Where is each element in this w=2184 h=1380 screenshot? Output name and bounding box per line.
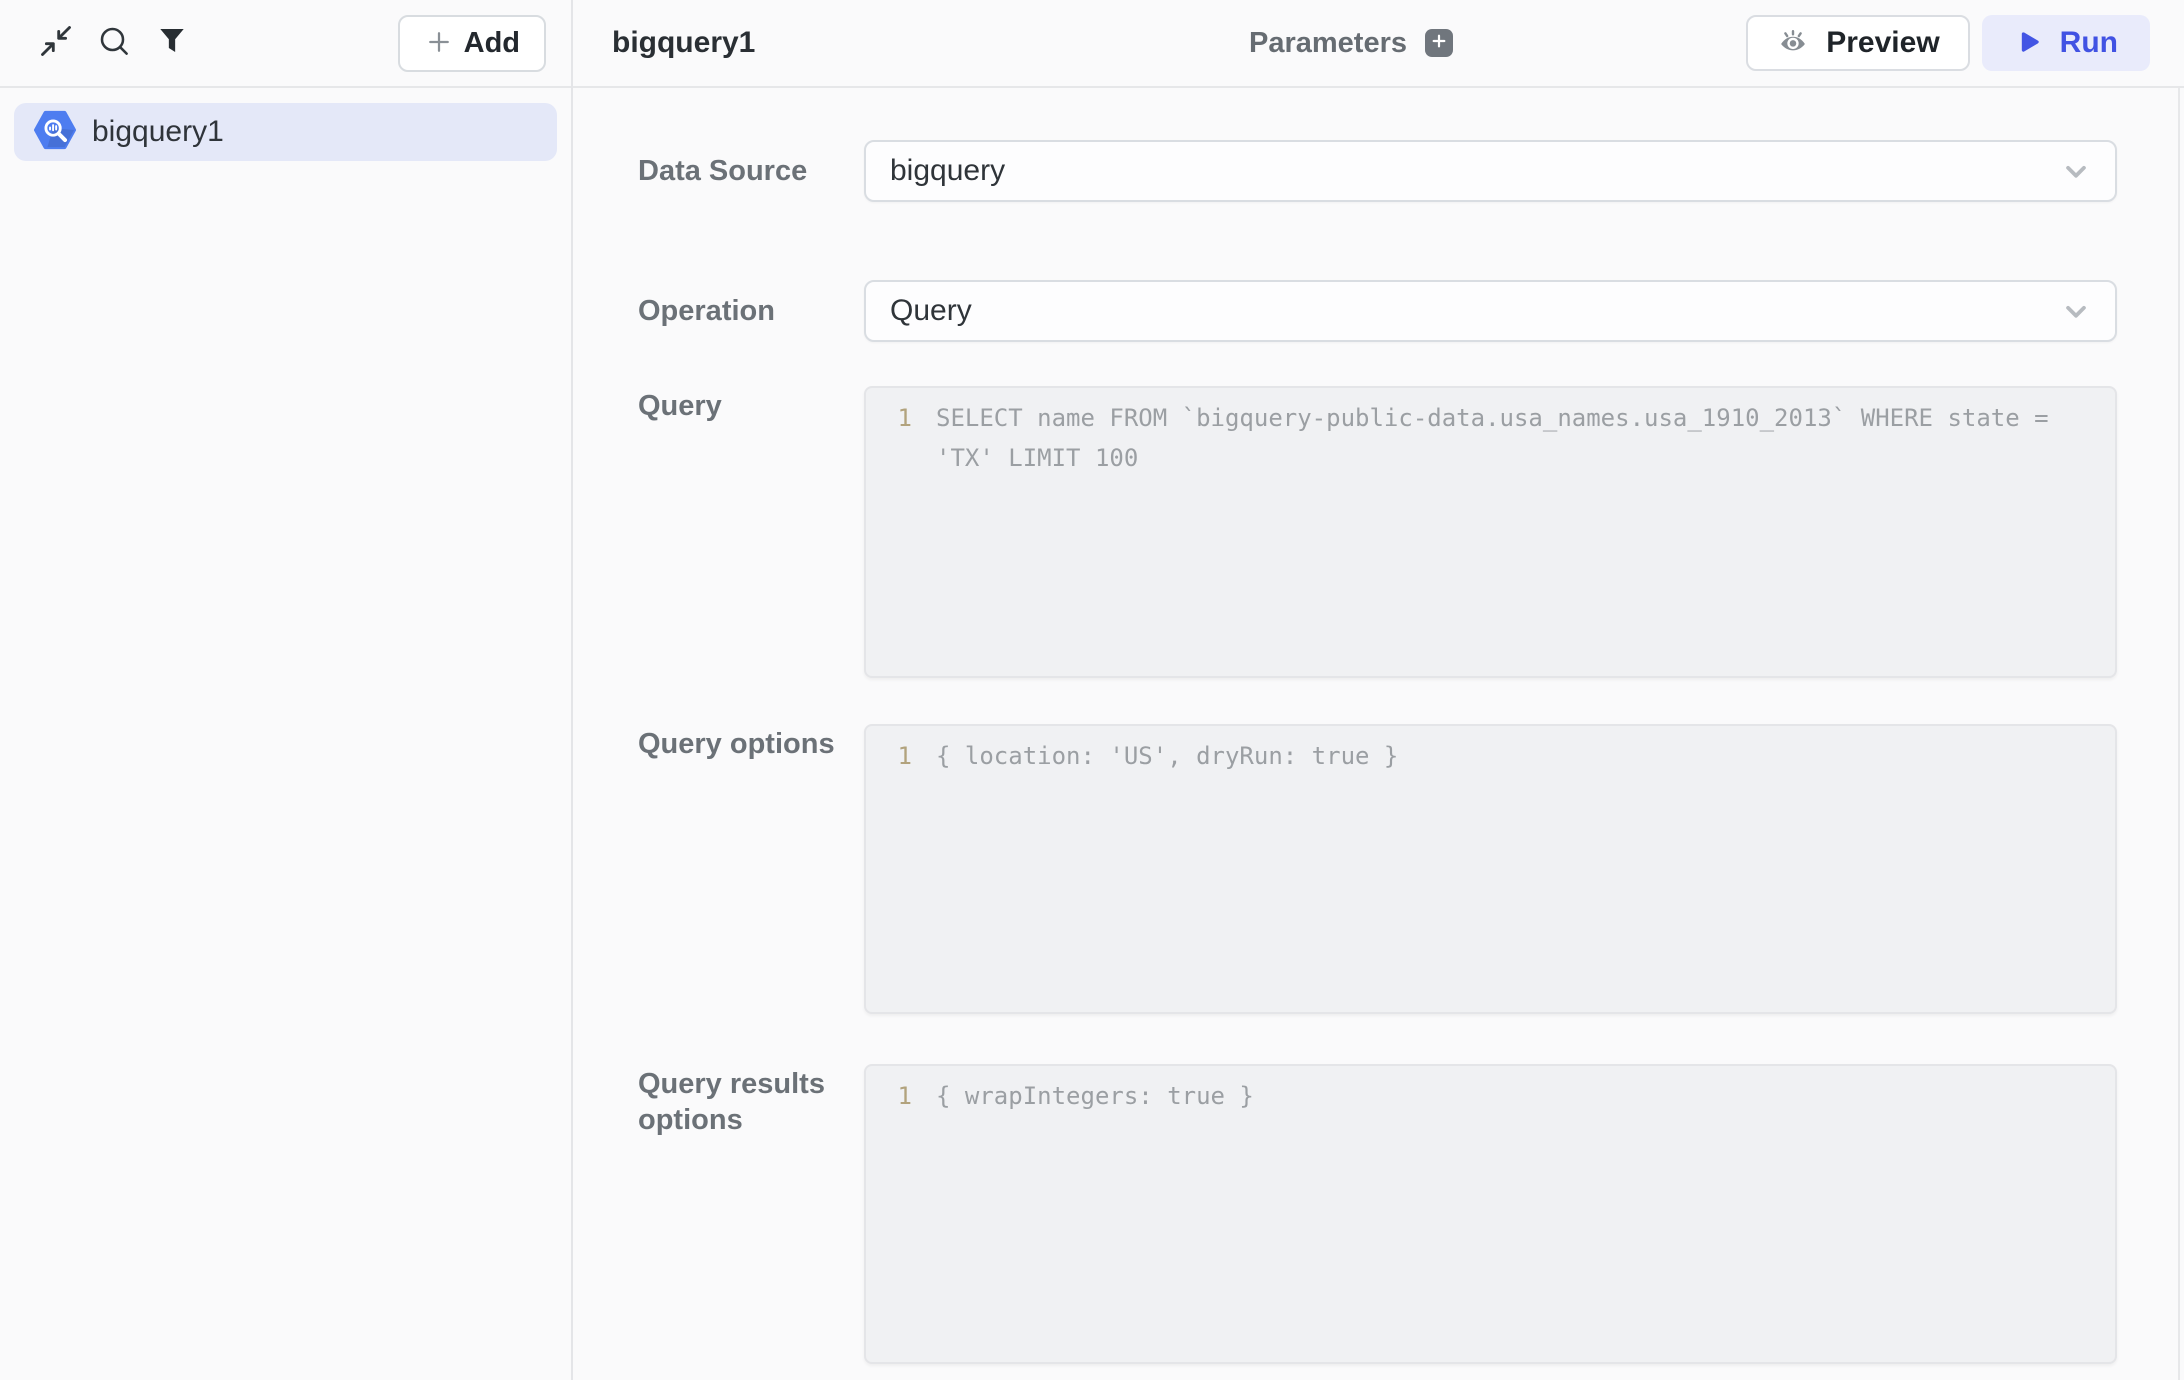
- field-row-data-source: Data Source bigquery: [638, 140, 2117, 202]
- parameters-section: Parameters: [1249, 27, 1453, 60]
- field-label: Query: [638, 386, 864, 424]
- sidebar: Add bigquery1: [0, 0, 573, 1380]
- selected-value: bigquery: [890, 154, 1005, 188]
- collapse-panel-button[interactable]: [38, 25, 74, 61]
- query-options-code-editor[interactable]: 1 { location: 'US', dryRun: true }: [864, 724, 2117, 1014]
- plus-icon: [1428, 30, 1450, 57]
- run-button-label: Run: [2060, 26, 2118, 60]
- add-query-button[interactable]: Add: [398, 15, 546, 72]
- selected-value: Query: [890, 294, 972, 328]
- query-results-options-placeholder-text: { wrapIntegers: true }: [912, 1076, 2115, 1352]
- field-row-query: Query 1 SELECT name FROM `bigquery-publi…: [638, 386, 2117, 678]
- query-list: bigquery1: [0, 88, 571, 176]
- eye-icon: [1776, 25, 1810, 62]
- main-panel: bigquery1 Parameters: [573, 0, 2184, 1380]
- bigquery-icon: [34, 109, 76, 156]
- add-button-label: Add: [464, 27, 520, 60]
- filter-button[interactable]: [154, 25, 190, 61]
- field-label: Data Source: [638, 153, 864, 189]
- play-icon: [2014, 27, 2044, 60]
- field-row-query-options: Query options 1 { location: 'US', dryRun…: [638, 724, 2117, 1014]
- sidebar-toolbar: Add: [0, 0, 571, 88]
- plus-icon: [424, 27, 454, 60]
- preview-button-label: Preview: [1826, 26, 1939, 60]
- data-source-select[interactable]: bigquery: [864, 140, 2117, 202]
- field-row-query-results-options: Query results options 1 { wrapIntegers: …: [638, 1064, 2117, 1364]
- scrollbar-track[interactable]: [2178, 88, 2180, 1380]
- preview-button[interactable]: Preview: [1746, 15, 1969, 71]
- header-actions: Preview Run: [1513, 15, 2150, 71]
- query-item-label: bigquery1: [92, 115, 224, 149]
- query-options-placeholder-text: { location: 'US', dryRun: true }: [912, 736, 2115, 1002]
- main-header: bigquery1 Parameters: [573, 0, 2184, 88]
- header-left: bigquery1: [612, 26, 1249, 60]
- field-label: Operation: [638, 293, 864, 329]
- filter-icon: [154, 23, 190, 64]
- field-row-operation: Operation Query: [638, 280, 2117, 342]
- app-root: Add bigquery1 bigque: [0, 0, 2184, 1380]
- query-placeholder-text: SELECT name FROM `bigquery-public-data.u…: [912, 398, 2115, 666]
- line-number: 1: [866, 736, 912, 1002]
- query-results-options-code-editor[interactable]: 1 { wrapIntegers: true }: [864, 1064, 2117, 1364]
- operation-select[interactable]: Query: [864, 280, 2117, 342]
- search-icon: [96, 23, 132, 64]
- page-title: bigquery1: [612, 26, 755, 60]
- run-button[interactable]: Run: [1982, 15, 2150, 71]
- field-label: Query results options: [638, 1064, 864, 1138]
- collapse-icon: [38, 23, 74, 64]
- query-form: Data Source bigquery Operation: [573, 88, 2184, 1380]
- line-number: 1: [866, 1076, 912, 1352]
- query-code-editor[interactable]: 1 SELECT name FROM `bigquery-public-data…: [864, 386, 2117, 678]
- field-label: Query options: [638, 724, 864, 762]
- add-parameter-button[interactable]: [1425, 29, 1453, 57]
- line-number: 1: [866, 398, 912, 666]
- sidebar-item-bigquery1[interactable]: bigquery1: [14, 103, 557, 161]
- chevron-down-icon: [2057, 152, 2095, 190]
- search-button[interactable]: [96, 25, 132, 61]
- parameters-label: Parameters: [1249, 27, 1407, 60]
- chevron-down-icon: [2057, 292, 2095, 330]
